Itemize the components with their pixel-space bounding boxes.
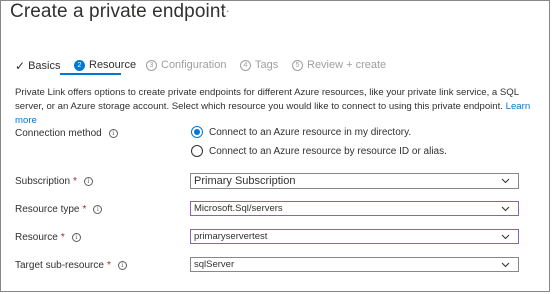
step-number-badge: 3	[146, 59, 157, 71]
tab-basics[interactable]: ✓ Basics	[15, 59, 60, 73]
subscription-label: Subscription * i	[15, 176, 93, 187]
radio-unselected-icon[interactable]	[191, 145, 203, 157]
radio-connect-in-directory[interactable]: Connect to an Azure resource in my direc…	[191, 126, 411, 138]
dropdown-value: Primary Subscription	[194, 175, 296, 187]
radio-connect-by-resource-id[interactable]: Connect to an Azure resource by resource…	[191, 145, 447, 157]
field-label: Target sub-resource	[15, 260, 104, 271]
checkmark-icon: ✓	[15, 59, 26, 73]
more-options-button[interactable]: ···	[215, 3, 231, 18]
resource-dropdown[interactable]: primaryservertest	[190, 229, 519, 244]
resource-label: Resource * i	[15, 232, 81, 243]
chevron-down-icon	[501, 178, 510, 184]
dropdown-value: primaryservertest	[194, 231, 268, 242]
step-number-badge: 5	[292, 59, 303, 71]
dropdown-value: sqlServer	[194, 259, 235, 270]
tab-label: Basics	[28, 60, 61, 72]
info-icon[interactable]: i	[117, 261, 127, 270]
subscription-dropdown[interactable]: Primary Subscription	[190, 173, 519, 189]
field-label: Resource type	[15, 204, 80, 215]
tab-label: Configuration	[161, 59, 227, 71]
field-label: Resource	[15, 232, 58, 243]
info-icon[interactable]: i	[83, 177, 93, 186]
required-asterisk: *	[60, 232, 65, 243]
field-label: Connection method	[15, 128, 102, 139]
step-number-badge: 2	[74, 59, 85, 71]
info-icon[interactable]: i	[93, 205, 103, 214]
resource-type-label: Resource type * i	[15, 204, 103, 215]
connection-method-label: Connection method i	[15, 128, 118, 139]
tab-resource[interactable]: 2 Resource	[74, 59, 136, 71]
tab-configuration[interactable]: 3 Configuration	[146, 59, 226, 71]
tab-label: Review + create	[307, 59, 387, 71]
chevron-down-icon	[501, 206, 510, 212]
tab-label: Tags	[255, 59, 279, 71]
radio-label: Connect to an Azure resource in my direc…	[209, 126, 412, 138]
chevron-down-icon	[501, 262, 510, 268]
required-asterisk: *	[106, 260, 111, 271]
active-tab-indicator	[60, 73, 121, 75]
target-sub-resource-dropdown[interactable]: sqlServer	[190, 257, 519, 272]
info-icon[interactable]: i	[71, 233, 81, 242]
dropdown-value: Microsoft.Sql/servers	[194, 203, 283, 214]
tab-tags[interactable]: 4 Tags	[240, 59, 278, 71]
tab-label: Resource	[89, 59, 137, 71]
step-number-badge: 4	[240, 59, 251, 71]
description-body: Private Link offers options to create pr…	[15, 87, 519, 112]
description-text: Private Link offers options to create pr…	[15, 86, 545, 128]
field-label: Subscription	[15, 176, 71, 187]
chevron-down-icon	[501, 234, 510, 240]
page-title: Create a private endpoint	[10, 1, 226, 22]
required-asterisk: *	[73, 176, 77, 187]
create-private-endpoint-panel: Create a private endpoint ··· ✓ Basics 2…	[0, 0, 550, 292]
info-icon[interactable]: i	[108, 129, 118, 138]
target-sub-resource-label: Target sub-resource * i	[15, 260, 127, 271]
tab-review-create[interactable]: 5 Review + create	[292, 59, 386, 71]
radio-label: Connect to an Azure resource by resource…	[209, 145, 447, 157]
radio-selected-icon[interactable]	[191, 126, 203, 138]
required-asterisk: *	[82, 204, 87, 215]
resource-type-dropdown[interactable]: Microsoft.Sql/servers	[190, 201, 519, 216]
